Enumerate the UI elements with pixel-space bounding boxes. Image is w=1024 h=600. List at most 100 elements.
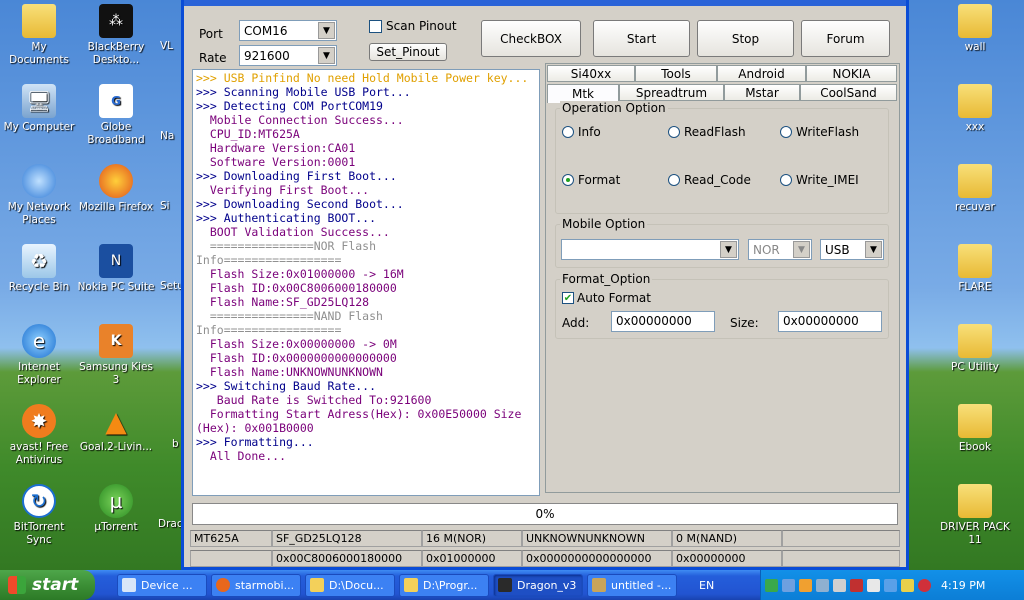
chevron-down-icon[interactable]: ▼: [865, 241, 882, 258]
desktop-icon-blackberry[interactable]: ⁂ BlackBerry Deskto...: [77, 4, 155, 67]
blackberry-icon: ⁂: [99, 4, 133, 38]
radio-dot[interactable]: [562, 126, 574, 138]
tab-coolsand[interactable]: CoolSand: [800, 84, 897, 101]
tab-spreadtrum[interactable]: Spreadtrum: [619, 84, 724, 101]
desktop-icon-goal-video[interactable]: ▲ Goal.2-Livin...: [77, 404, 155, 454]
desktop-icon-xxx[interactable]: xxx: [936, 84, 1014, 134]
log-line: ===============NOR Flash: [196, 239, 377, 253]
interface-select[interactable]: USB ▼: [820, 239, 884, 260]
language-indicator[interactable]: EN: [699, 579, 714, 592]
log-line: >>> Switching Baud Rate...: [196, 379, 377, 393]
radio-format[interactable]: Format: [562, 173, 620, 187]
desktop-icon-samsung-kies[interactable]: K Samsung Kies 3: [77, 324, 155, 387]
scan-pinout-checkbox[interactable]: Scan Pinout: [369, 19, 457, 33]
desktop-icon-globe-broadband[interactable]: G Globe Broadband: [77, 84, 155, 147]
desktop-icon-recycle-bin[interactable]: ♻ Recycle Bin: [0, 244, 78, 294]
desktop-icon-vlc-partial[interactable]: VL: [160, 40, 182, 53]
mobile-option-title: Mobile Option: [560, 217, 648, 231]
folder-icon: [958, 244, 992, 278]
start-button[interactable]: Start: [593, 20, 690, 57]
tab-nokia[interactable]: NOKIA: [806, 65, 897, 82]
checkbox-box[interactable]: [369, 19, 382, 33]
checkbox-button[interactable]: CheckBOX: [481, 20, 581, 57]
radio-readflash[interactable]: ReadFlash: [668, 125, 746, 139]
tab-si40xx[interactable]: Si40xx: [547, 65, 635, 82]
set-pinout-button[interactable]: Set_Pinout: [369, 43, 447, 61]
security-tray-icon[interactable]: [850, 578, 863, 592]
chevron-down-icon[interactable]: ▼: [318, 47, 335, 64]
bluetooth-tray-icon[interactable]: [782, 578, 795, 592]
model-select[interactable]: ▼: [561, 239, 739, 260]
log-line: Hardware Version:CA01: [196, 141, 356, 155]
add-input[interactable]: 0x00000000: [611, 311, 715, 332]
log-line: Flash Name:UNKNOWNUNKNOWN: [196, 365, 383, 379]
operation-option-group: Operation Option Info ReadFlash WriteFla…: [555, 101, 889, 214]
radio-dot[interactable]: [668, 126, 680, 138]
desktop-icon-internet-explorer[interactable]: e Internet Explorer: [0, 324, 78, 387]
port-select[interactable]: COM16 ▼: [239, 20, 337, 41]
log-output[interactable]: >>> USB Pinfind No need Hold Mobile Powe…: [192, 69, 540, 496]
tab-tools[interactable]: Tools: [635, 65, 717, 82]
window-titlebar[interactable]: [184, 0, 906, 6]
start-button[interactable]: start: [0, 570, 95, 600]
radio-read-code[interactable]: Read_Code: [668, 173, 751, 187]
clock[interactable]: 4:19 PM: [941, 579, 985, 592]
desktop-icon-firefox[interactable]: Mozilla Firefox: [77, 164, 155, 214]
desktop-icon-driver-pack[interactable]: DRIVER PACK 11: [936, 484, 1014, 547]
radio-dot-selected[interactable]: [562, 174, 574, 186]
desktop-icon-si-partial[interactable]: Si: [160, 200, 182, 213]
desktop-icon-utorrent[interactable]: µ µTorrent: [77, 484, 155, 534]
auto-format-checkbox[interactable]: ✔ Auto Format: [562, 291, 651, 305]
desktop-icon-flare[interactable]: FLARE: [936, 244, 1014, 294]
desktop-icon-pc-utility[interactable]: PC Utility: [936, 324, 1014, 374]
task-firefox[interactable]: starmobi...: [211, 573, 301, 597]
memory-select[interactable]: NOR ▼: [748, 239, 812, 260]
task-explorer-programs[interactable]: D:\Progr...: [399, 573, 489, 597]
desktop-icon-my-documents[interactable]: My Documents: [0, 4, 78, 67]
status-nand-hex-size: 0x00000000: [672, 550, 782, 567]
desktop-icon-nokia-pc-suite[interactable]: N Nokia PC Suite: [77, 244, 155, 294]
desktop-icon-avast[interactable]: ✸ avast! Free Antivirus: [0, 404, 78, 467]
display-tray-icon[interactable]: [816, 578, 829, 592]
task-device-manager[interactable]: Device ...: [117, 573, 207, 597]
desktop-icon-drac-partial[interactable]: Drac: [158, 518, 182, 531]
safely-remove-icon[interactable]: [867, 578, 880, 592]
log-line: Flash ID:0x00C8006000180000: [196, 281, 397, 295]
task-explorer-documents[interactable]: D:\Docu...: [305, 573, 395, 597]
tab-android[interactable]: Android: [717, 65, 806, 82]
progress-bar: 0%: [192, 503, 898, 525]
rate-select[interactable]: 921600 ▼: [239, 45, 337, 66]
avast-tray-icon[interactable]: [799, 578, 812, 592]
stop-button[interactable]: Stop: [697, 20, 794, 57]
radio-dot[interactable]: [780, 174, 792, 186]
desktop-icon-my-computer[interactable]: 🖥 My Computer: [0, 84, 78, 134]
tab-mstar[interactable]: Mstar: [724, 84, 800, 101]
desktop-icon-wall[interactable]: wall: [936, 4, 1014, 54]
alert-tray-icon[interactable]: [918, 578, 931, 592]
radio-write-imei[interactable]: Write_IMEI: [780, 173, 859, 187]
size-input[interactable]: 0x00000000: [778, 311, 882, 332]
desktop-icon-ebook[interactable]: Ebook: [936, 404, 1014, 454]
desktop-icon-network-places[interactable]: My Network Places: [0, 164, 78, 227]
radio-dot[interactable]: [668, 174, 680, 186]
network-tray-icon[interactable]: [765, 578, 778, 592]
status-nand-name: UNKNOWNUNKNOWN: [522, 530, 672, 547]
checkmark-icon[interactable]: ✔: [562, 292, 574, 304]
radio-info[interactable]: Info: [562, 125, 601, 139]
format-option-group: Format_Option ✔ Auto Format Add: 0x000000…: [555, 272, 889, 339]
radio-writeflash[interactable]: WriteFlash: [780, 125, 859, 139]
chevron-down-icon[interactable]: ▼: [793, 241, 810, 258]
tools-tray-icon[interactable]: [901, 578, 914, 592]
chevron-down-icon[interactable]: ▼: [720, 241, 737, 258]
task-paint[interactable]: untitled -...: [587, 573, 677, 597]
desktop-icon-na-partial[interactable]: Na: [160, 130, 182, 143]
desktop-icon-bittorrent-sync[interactable]: ↻ BitTorrent Sync: [0, 484, 78, 547]
sync-tray-icon[interactable]: [884, 578, 897, 592]
chevron-down-icon[interactable]: ▼: [318, 22, 335, 39]
desktop-icon-recuvar[interactable]: recuvar: [936, 164, 1014, 214]
task-dragon[interactable]: Dragon_v3: [493, 573, 583, 597]
desktop-icon-setu-partial[interactable]: Setu: [160, 280, 182, 293]
radio-dot[interactable]: [780, 126, 792, 138]
forum-button[interactable]: Forum: [801, 20, 890, 57]
volume-icon[interactable]: [833, 578, 846, 592]
